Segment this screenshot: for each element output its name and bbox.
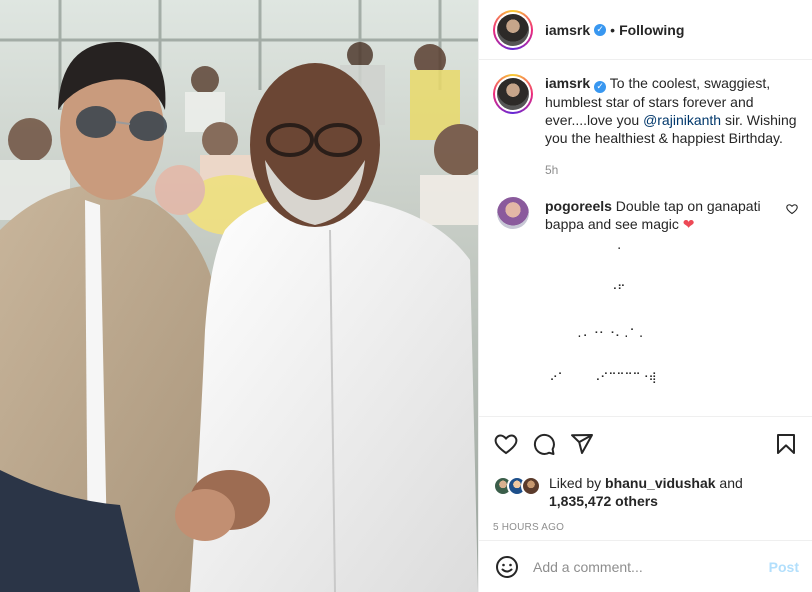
comments-section[interactable]: iamsrk ✓ To the coolest, swaggiest, humbl…	[479, 60, 812, 416]
author-avatar[interactable]	[493, 9, 533, 50]
post-photo[interactable]	[0, 0, 478, 592]
likes-prefix: Liked by	[549, 475, 606, 491]
post-header: iamsrk ✓ • Following	[479, 0, 812, 60]
caption-username[interactable]: iamsrk	[545, 75, 590, 91]
header-separator: •	[610, 21, 616, 38]
comment-like-heart-icon[interactable]	[786, 203, 798, 218]
liker-username[interactable]: bhanu_vidushak	[605, 475, 715, 491]
caption-mention-link[interactable]: @rajinikanth	[643, 112, 721, 128]
verified-badge-icon: ✓	[594, 23, 607, 36]
caption-time: 5h	[545, 163, 559, 177]
caption-verified-icon: ✓	[594, 81, 607, 93]
post-caption: iamsrk ✓ To the coolest, swaggiest, humbl…	[493, 74, 798, 179]
likes-count-link[interactable]: 1,835,472 others	[549, 493, 658, 509]
save-bookmark-icon[interactable]	[773, 431, 799, 457]
following-button[interactable]: Following	[619, 22, 684, 38]
post-timestamp[interactable]: 5 HOURS AGO	[493, 522, 799, 533]
likes-middle: and	[715, 475, 743, 491]
emoji-smiley-icon[interactable]	[493, 553, 521, 581]
red-heart-emoji: ❤	[682, 216, 695, 232]
post-image	[0, 0, 478, 592]
comment-item: pogoreels Double tap on ganapati bappa a…	[493, 197, 798, 233]
likes-summary: Liked by bhanu_vidushak and 1,835,472 ot…	[493, 474, 799, 510]
commenter-username[interactable]: pogoreels	[545, 198, 612, 214]
commenter-avatar[interactable]	[497, 197, 529, 229]
like-heart-icon[interactable]	[493, 431, 519, 457]
comment-input[interactable]	[533, 558, 769, 575]
comment-bubble-icon[interactable]	[531, 431, 557, 457]
liker-avatars[interactable]	[493, 476, 541, 496]
post-comment-button[interactable]: Post	[769, 559, 799, 575]
caption-author-avatar[interactable]	[493, 74, 533, 114]
share-paper-plane-icon[interactable]	[569, 431, 595, 457]
post-side-panel: iamsrk ✓ • Following iamsrk ✓ To the cool…	[478, 0, 812, 592]
comment-ascii-art: . ⠐⠋ .⠄⠐⠂⠐⠄.⠁. ⠔⠁ ⠠⠊⠉⠉⠉⠉⠐⢾ ⠠⠋⠑.. ⠠⠊⠉⠉⠉⠉⠢…	[549, 239, 667, 416]
author-username[interactable]: iamsrk	[545, 22, 590, 38]
add-comment-bar: Post	[479, 540, 812, 592]
